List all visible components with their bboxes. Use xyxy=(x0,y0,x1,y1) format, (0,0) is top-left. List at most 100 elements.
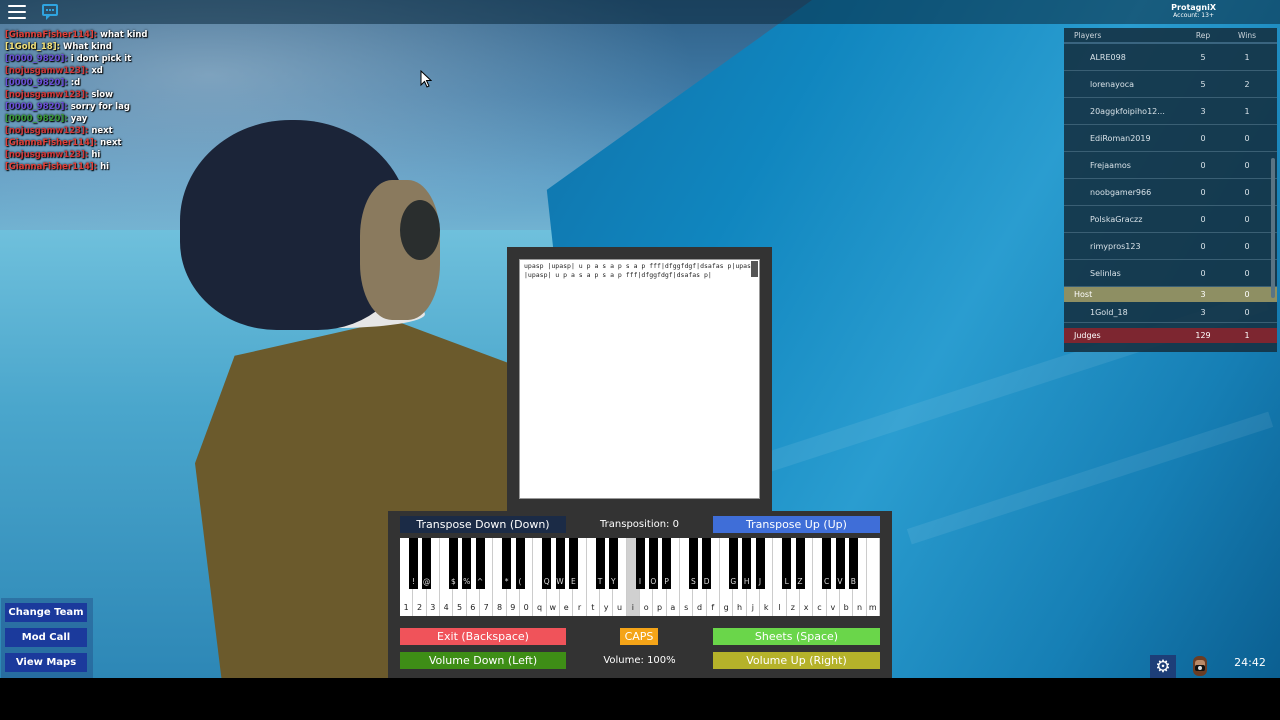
black-key[interactable]: E xyxy=(568,538,578,589)
volume-up-button[interactable]: Volume Up (Right) xyxy=(713,652,880,669)
sheet-scrollbar[interactable] xyxy=(751,261,758,277)
key-label: G xyxy=(730,577,737,586)
volume-down-button[interactable]: Volume Down (Left) xyxy=(400,652,566,669)
chat-text: what kind xyxy=(97,30,148,40)
exit-button[interactable]: Exit (Backspace) xyxy=(400,628,566,645)
sheet-textbox[interactable]: upasp |upasp| u p a s a p s a p fff|dfgg… xyxy=(519,259,760,499)
player-list: ALRE098 5 1 lorenayoca 5 2 20aggkfoipiho12... 3… xyxy=(1064,44,1277,287)
header-rep: Rep xyxy=(1195,30,1211,40)
white-key[interactable]: m xyxy=(866,538,880,616)
chat-username[interactable]: [GiannaFisher114]: xyxy=(5,162,97,172)
chat-username[interactable]: [nojusgamw123]: xyxy=(5,90,88,100)
key-label: E xyxy=(570,577,576,586)
black-key[interactable]: I xyxy=(635,538,645,589)
chat-username[interactable]: [0000_9820]: xyxy=(5,54,68,64)
sheets-button[interactable]: Sheets (Space) xyxy=(713,628,880,645)
chat-username[interactable]: [0000_9820]: xyxy=(5,102,68,112)
hamburger-menu-icon[interactable] xyxy=(8,5,26,19)
team-host-row[interactable]: Host 3 0 xyxy=(1064,287,1277,302)
black-key[interactable]: * xyxy=(502,538,512,589)
player-name: Selinlas xyxy=(1090,268,1121,278)
player-rep: 5 xyxy=(1200,52,1206,62)
left-menu: Change Team Mod Call View Maps xyxy=(1,598,93,678)
player-row[interactable]: noobgamer966 0 0 xyxy=(1064,179,1277,206)
key-label: z xyxy=(790,603,795,612)
key-label: q xyxy=(536,603,543,612)
black-key[interactable]: W xyxy=(555,538,565,589)
gear-icon[interactable]: ⚙ xyxy=(1150,655,1176,678)
chat-username[interactable]: [1Gold_18]: xyxy=(5,42,60,52)
black-key[interactable]: Y xyxy=(608,538,618,589)
black-key[interactable]: S xyxy=(688,538,698,589)
player-row[interactable]: EdiRoman2019 0 0 xyxy=(1064,125,1277,152)
letterbox xyxy=(0,678,1280,720)
player-row[interactable]: ALRE098 5 1 xyxy=(1064,44,1277,71)
black-key[interactable]: L xyxy=(782,538,792,589)
player-row[interactable]: lorenayoca 5 2 xyxy=(1064,71,1277,98)
volume-label: Volume: 100% xyxy=(603,655,676,666)
black-key[interactable]: G xyxy=(728,538,738,589)
chat-text: What kind xyxy=(59,42,112,52)
black-key[interactable]: ( xyxy=(515,538,525,589)
black-key[interactable]: T xyxy=(595,538,605,589)
top-bar: ProtagniX Account: 13+ xyxy=(0,0,1280,24)
mod-call-button[interactable]: Mod Call xyxy=(5,628,87,647)
avatar-icon[interactable] xyxy=(1188,654,1212,678)
team-wins: 0 xyxy=(1244,290,1250,299)
black-key[interactable]: P xyxy=(662,538,672,589)
black-key[interactable]: V xyxy=(835,538,845,589)
character-mask-filter xyxy=(400,200,440,260)
team-rep: 129 xyxy=(1195,331,1211,340)
leaderboard-scrollbar[interactable] xyxy=(1271,158,1275,298)
team-name: Judges xyxy=(1074,331,1101,340)
host-player-list: 1Gold_18 3 0 xyxy=(1064,302,1277,323)
key-label: 5 xyxy=(456,603,463,612)
header-players: Players xyxy=(1074,30,1102,40)
chat-username[interactable]: [GiannaFisher114]: xyxy=(5,138,97,148)
player-row[interactable]: Frejaamos 0 0 xyxy=(1064,152,1277,179)
black-key[interactable]: O xyxy=(648,538,658,589)
view-maps-button[interactable]: View Maps xyxy=(5,653,87,672)
account-name: ProtagniX xyxy=(1171,3,1216,12)
chat-username[interactable]: [GiannaFisher114]: xyxy=(5,30,97,40)
player-row[interactable]: PolskaGraczz 0 0 xyxy=(1064,206,1277,233)
transpose-down-button[interactable]: Transpose Down (Down) xyxy=(400,516,566,533)
player-row[interactable]: Selinlas 0 0 xyxy=(1064,260,1277,287)
black-key[interactable]: H xyxy=(742,538,752,589)
player-rep: 0 xyxy=(1200,160,1206,170)
change-team-button[interactable]: Change Team xyxy=(5,603,87,622)
chat-username[interactable]: [nojusgamw123]: xyxy=(5,150,88,160)
black-key[interactable]: ^ xyxy=(475,538,485,589)
chat-text: sorry for lag xyxy=(67,102,130,112)
team-wins: 1 xyxy=(1244,331,1250,340)
chat-username[interactable]: [0000_9820]: xyxy=(5,78,68,88)
key-label: ! xyxy=(411,577,415,586)
sheet-panel: upasp |upasp| u p a s a p s a p fff|dfgg… xyxy=(507,247,772,511)
player-row[interactable]: 20aggkfoipiho12... 3 1 xyxy=(1064,98,1277,125)
caps-button[interactable]: CAPS xyxy=(620,628,658,645)
key-label: % xyxy=(463,577,471,586)
chat-bubble-icon[interactable] xyxy=(42,4,58,20)
player-name: lorenayoca xyxy=(1090,79,1135,89)
chat-text: :d xyxy=(67,78,81,88)
black-key[interactable]: Z xyxy=(795,538,805,589)
chat-username[interactable]: [nojusgamw123]: xyxy=(5,66,88,76)
key-label: 3 xyxy=(430,603,436,612)
account-info: ProtagniX Account: 13+ xyxy=(1171,3,1216,20)
transpose-up-button[interactable]: Transpose Up (Up) xyxy=(713,516,880,533)
team-judges-row[interactable]: Judges 129 1 xyxy=(1064,328,1277,343)
black-key[interactable]: @ xyxy=(422,538,432,589)
black-key[interactable]: B xyxy=(848,538,858,589)
player-row[interactable]: 1Gold_18 3 0 xyxy=(1064,302,1277,323)
black-key[interactable]: D xyxy=(702,538,712,589)
player-row[interactable]: rimypros123 0 0 xyxy=(1064,233,1277,260)
chat-username[interactable]: [nojusgamw123]: xyxy=(5,126,88,136)
chat-message: [0000_9820]: sorry for lag xyxy=(5,101,148,113)
chat-username[interactable]: [0000_9820]: xyxy=(5,114,68,124)
black-key[interactable]: % xyxy=(462,538,472,589)
black-key[interactable]: Q xyxy=(542,538,552,589)
black-key[interactable]: J xyxy=(755,538,765,589)
black-key[interactable]: $ xyxy=(448,538,458,589)
black-key[interactable]: C xyxy=(822,538,832,589)
black-key[interactable]: ! xyxy=(408,538,418,589)
